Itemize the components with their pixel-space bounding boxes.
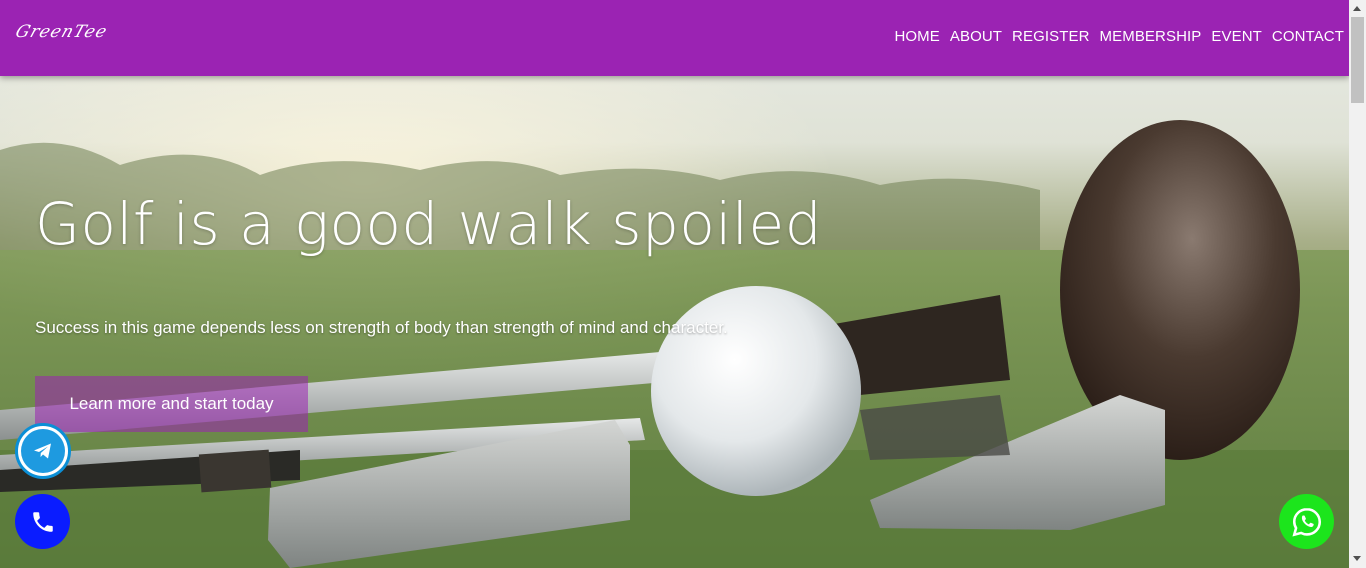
navbar: GreenTee HOME ABOUT REGISTER MEMBERSHIP …: [0, 0, 1349, 76]
scroll-up-icon[interactable]: [1353, 6, 1361, 11]
hero-headline: Golf is a good walk spoiled: [35, 190, 823, 258]
whatsapp-icon: [1291, 507, 1321, 537]
page: Golf is a good walk spoiled Success in t…: [0, 0, 1366, 568]
main-nav: HOME ABOUT REGISTER MEMBERSHIP EVENT CON…: [894, 28, 1344, 45]
vertical-scrollbar[interactable]: [1349, 0, 1366, 568]
telegram-button[interactable]: [15, 423, 71, 479]
phone-icon: [32, 511, 53, 532]
hero-content: Golf is a good walk spoiled Success in t…: [35, 190, 823, 432]
scroll-thumb[interactable]: [1351, 17, 1364, 103]
scroll-down-icon[interactable]: [1353, 556, 1361, 561]
whatsapp-button[interactable]: [1279, 494, 1334, 549]
brand-logo[interactable]: GreenTee: [13, 22, 110, 42]
hero-background-image: [0, 0, 1349, 568]
nav-about[interactable]: ABOUT: [950, 28, 1002, 45]
nav-event[interactable]: EVENT: [1211, 28, 1262, 45]
nav-contact[interactable]: CONTACT: [1272, 28, 1344, 45]
nav-register[interactable]: REGISTER: [1012, 28, 1089, 45]
learn-more-button[interactable]: Learn more and start today: [35, 376, 308, 432]
hero-section: Golf is a good walk spoiled Success in t…: [0, 0, 1349, 568]
nav-membership[interactable]: MEMBERSHIP: [1100, 28, 1202, 45]
hero-subline: Success in this game depends less on str…: [35, 318, 728, 337]
nav-home[interactable]: HOME: [894, 28, 939, 45]
phone-button[interactable]: [15, 494, 70, 549]
telegram-icon: [21, 429, 65, 473]
